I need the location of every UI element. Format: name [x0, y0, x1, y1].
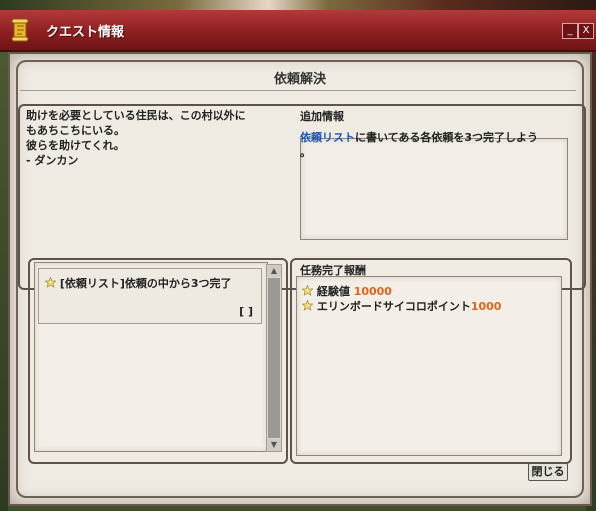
quest-description: 助けを必要としている住民は、この村以外に もあちこちにいる。 彼らを助けてくれ。… — [26, 108, 296, 168]
window-title: クエスト情報 — [46, 25, 125, 40]
reward-value: 10000 — [353, 285, 392, 298]
title-divider — [20, 90, 576, 91]
additional-info-trailing: 。 — [300, 146, 311, 159]
additional-info-label: 追加情報 — [300, 110, 344, 123]
close-window-button[interactable]: X — [578, 23, 594, 39]
description-line: もあちこちにいる。 — [26, 124, 125, 137]
description-line: - ダンカン — [26, 154, 79, 167]
reward-item: 経験値 10000 — [302, 283, 392, 299]
quest-info-window: クエスト情報 _ X 依頼解決 助けを必要としている住民は、この村以外に もあち… — [0, 10, 596, 511]
scroll-thumb[interactable] — [268, 278, 280, 438]
window-titlebar[interactable]: クエスト情報 _ X — [0, 10, 596, 52]
quest-list-link: 依頼リスト — [300, 131, 355, 144]
scroll-icon — [11, 18, 29, 42]
objective-progress: [ ] — [239, 305, 253, 318]
reward-name: エリンボードサイコロポイント — [316, 300, 471, 313]
scroll-down-arrow-icon[interactable]: ▼ — [267, 439, 281, 451]
minimize-button[interactable]: _ — [562, 23, 578, 39]
reward-value: 1000 — [470, 300, 502, 313]
additional-info-rest: に書いてある各依頼を3つ完了しよう — [355, 131, 538, 144]
quest-title: 依頼解決 — [273, 72, 326, 87]
description-line: 助けを必要としている住民は、この村以外に — [26, 109, 246, 122]
reward-item: エリンボードサイコロポイント1000 — [302, 298, 501, 314]
scroll-up-arrow-icon[interactable]: ▲ — [267, 265, 281, 277]
objective-item: [依頼リスト]依頼の中から3つ完了 [ ] — [38, 268, 262, 324]
close-button[interactable]: 閉じる — [528, 463, 568, 481]
objective-text: [依頼リスト]依頼の中から3つ完了 — [59, 277, 232, 290]
additional-info-text: 依頼リストに書いてある各依頼を3つ完了しよう 。 — [300, 130, 566, 160]
objective-text-row: [依頼リスト]依頼の中から3つ完了 — [45, 275, 232, 291]
star-icon — [302, 300, 313, 311]
reward-name: 経験値 — [316, 285, 350, 298]
description-line: 彼らを助けてくれ。 — [26, 139, 125, 152]
star-icon — [45, 277, 56, 288]
objectives-scrollbar[interactable]: ▲ ▼ — [266, 264, 282, 452]
star-icon — [302, 285, 313, 296]
